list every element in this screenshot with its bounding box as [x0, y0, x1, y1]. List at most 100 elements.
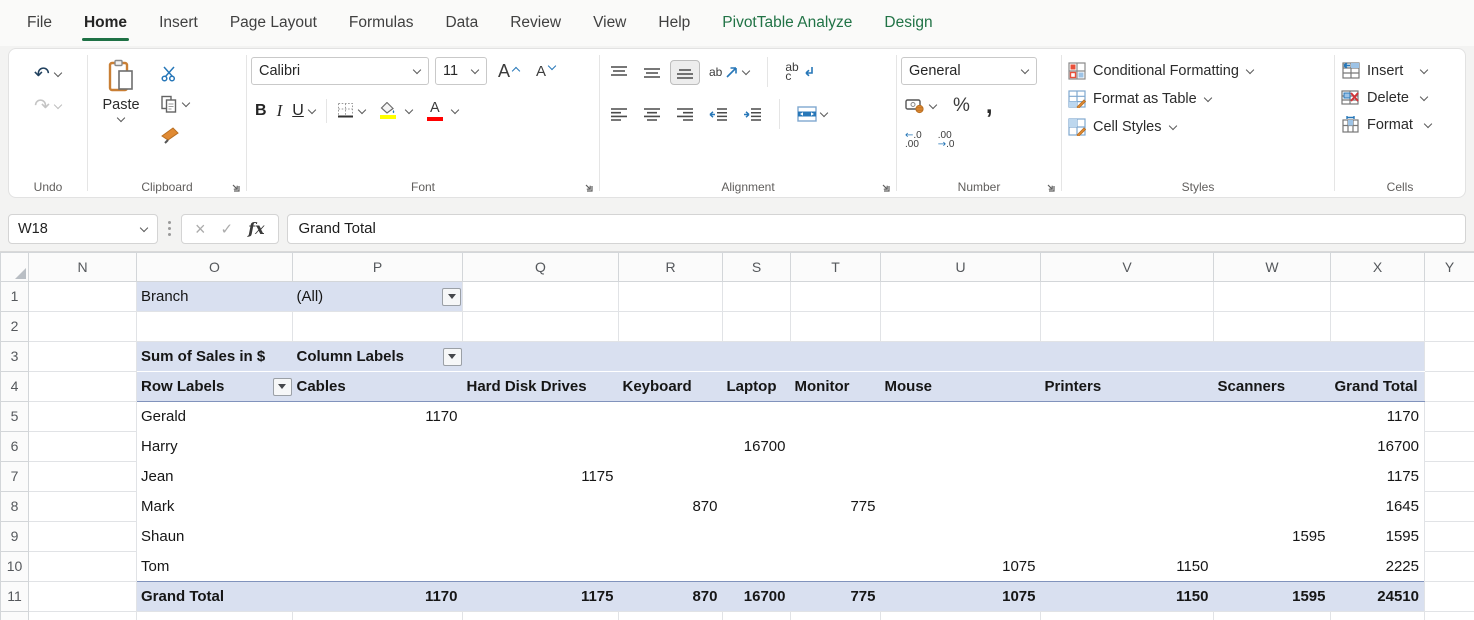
cell-R1[interactable] [618, 281, 723, 312]
copy-dropdown-chevron[interactable] [182, 100, 190, 108]
column-header-P[interactable]: P [292, 252, 463, 282]
cell-R8[interactable]: 870 [618, 491, 723, 522]
increase-decimal-button[interactable]: ←.0.00 [901, 129, 926, 151]
row-header-8[interactable]: 8 [0, 491, 29, 522]
cell-W6[interactable] [1213, 431, 1331, 462]
cell-Q8[interactable] [462, 491, 619, 522]
cell-R2[interactable] [618, 311, 723, 342]
cell-Y3[interactable] [1424, 341, 1474, 372]
insert-function-icon[interactable]: fx [248, 219, 264, 238]
cell-P12[interactable] [292, 611, 463, 620]
cell-O2[interactable] [136, 311, 293, 342]
column-header-U[interactable]: U [880, 252, 1041, 282]
cell-R11[interactable]: 870 [618, 581, 723, 612]
cell-P4[interactable]: Cables [292, 371, 463, 402]
cell-W3[interactable] [1213, 341, 1331, 372]
decrease-indent-button[interactable] [703, 102, 734, 127]
row-header-3[interactable]: 3 [0, 341, 29, 372]
cell-X8[interactable]: 1645 [1330, 491, 1425, 522]
cell-O3[interactable]: Sum of Sales in $ [136, 341, 293, 372]
cell-styles-chevron[interactable] [1169, 123, 1177, 131]
cell-X10[interactable]: 2225 [1330, 551, 1425, 582]
underline-button[interactable]: U [288, 100, 320, 122]
cell-W9[interactable]: 1595 [1213, 521, 1331, 552]
cell-N8[interactable] [28, 491, 137, 522]
cell-T6[interactable] [790, 431, 881, 462]
decrease-font-size-button[interactable]: A [531, 61, 561, 82]
increase-indent-button[interactable] [737, 102, 768, 127]
borders-chevron[interactable] [358, 107, 366, 115]
column-header-O[interactable]: O [136, 252, 293, 282]
cell-S12[interactable] [722, 611, 791, 620]
number-format-combobox[interactable]: General [901, 57, 1037, 85]
cell-S2[interactable] [722, 311, 791, 342]
column-header-V[interactable]: V [1040, 252, 1214, 282]
comma-style-button[interactable]: , [982, 94, 997, 118]
cell-N5[interactable] [28, 401, 137, 432]
cell-T1[interactable] [790, 281, 881, 312]
fill-color-button[interactable] [372, 99, 417, 122]
merge-center-button[interactable] [791, 101, 834, 127]
copy-button[interactable] [156, 93, 194, 115]
tab-view[interactable]: View [593, 0, 626, 46]
accounting-format-button[interactable] [901, 96, 941, 116]
conditional-formatting-chevron[interactable] [1246, 67, 1254, 75]
cell-X2[interactable] [1330, 311, 1425, 342]
tab-help[interactable]: Help [658, 0, 690, 46]
cell-N3[interactable] [28, 341, 137, 372]
cell-U8[interactable] [880, 491, 1041, 522]
cell-V3[interactable] [1040, 341, 1214, 372]
cell-N4[interactable] [28, 371, 137, 402]
row-header-2[interactable]: 2 [0, 311, 29, 342]
paste-button[interactable]: Paste [92, 57, 150, 177]
undo-button[interactable]: ↶ [30, 63, 66, 85]
percent-style-button[interactable]: % [949, 93, 974, 119]
row-header-11[interactable]: 11 [0, 581, 29, 612]
align-left-button[interactable] [604, 102, 634, 127]
cell-T5[interactable] [790, 401, 881, 432]
cell-U1[interactable] [880, 281, 1041, 312]
borders-button[interactable] [333, 100, 370, 121]
cell-T11[interactable]: 775 [790, 581, 881, 612]
tab-page-layout[interactable]: Page Layout [230, 0, 317, 46]
formula-bar-handle[interactable] [166, 221, 173, 236]
cell-Q10[interactable] [462, 551, 619, 582]
cell-W11[interactable]: 1595 [1213, 581, 1331, 612]
cell-S4[interactable]: Laptop [722, 371, 791, 402]
cell-V6[interactable] [1040, 431, 1214, 462]
cell-T9[interactable] [790, 521, 881, 552]
select-all-corner[interactable] [0, 252, 29, 282]
font-name-chevron[interactable] [413, 67, 421, 75]
cell-T7[interactable] [790, 461, 881, 492]
cell-W8[interactable] [1213, 491, 1331, 522]
cell-S7[interactable] [722, 461, 791, 492]
row-header-6[interactable]: 6 [0, 431, 29, 462]
row-header-10[interactable]: 10 [0, 551, 29, 582]
cell-U7[interactable] [880, 461, 1041, 492]
column-header-N[interactable]: N [28, 252, 137, 282]
format-as-table-chevron[interactable] [1204, 95, 1212, 103]
row-header-9[interactable]: 9 [0, 521, 29, 552]
cell-S1[interactable] [722, 281, 791, 312]
row-header-5[interactable]: 5 [0, 401, 29, 432]
cell-S11[interactable]: 16700 [722, 581, 791, 612]
cell-N1[interactable] [28, 281, 137, 312]
cell-T12[interactable] [790, 611, 881, 620]
cell-P10[interactable] [292, 551, 463, 582]
format-as-table-button[interactable]: Format as Table [1066, 87, 1330, 111]
tab-file[interactable]: File [27, 0, 52, 46]
bold-button[interactable]: B [251, 100, 271, 122]
column-header-S[interactable]: S [722, 252, 791, 282]
cell-X4[interactable]: Grand Total [1330, 371, 1425, 402]
cell-Y11[interactable] [1424, 581, 1474, 612]
cell-N2[interactable] [28, 311, 137, 342]
row-header-1[interactable]: 1 [0, 281, 29, 312]
cell-Q2[interactable] [462, 311, 619, 342]
cell-P11[interactable]: 1170 [292, 581, 463, 612]
cell-U9[interactable] [880, 521, 1041, 552]
orientation-chevron[interactable] [742, 68, 750, 76]
cell-O6[interactable]: Harry [136, 431, 293, 462]
cell-S5[interactable] [722, 401, 791, 432]
cell-Q11[interactable]: 1175 [462, 581, 619, 612]
cell-Q7[interactable]: 1175 [462, 461, 619, 492]
